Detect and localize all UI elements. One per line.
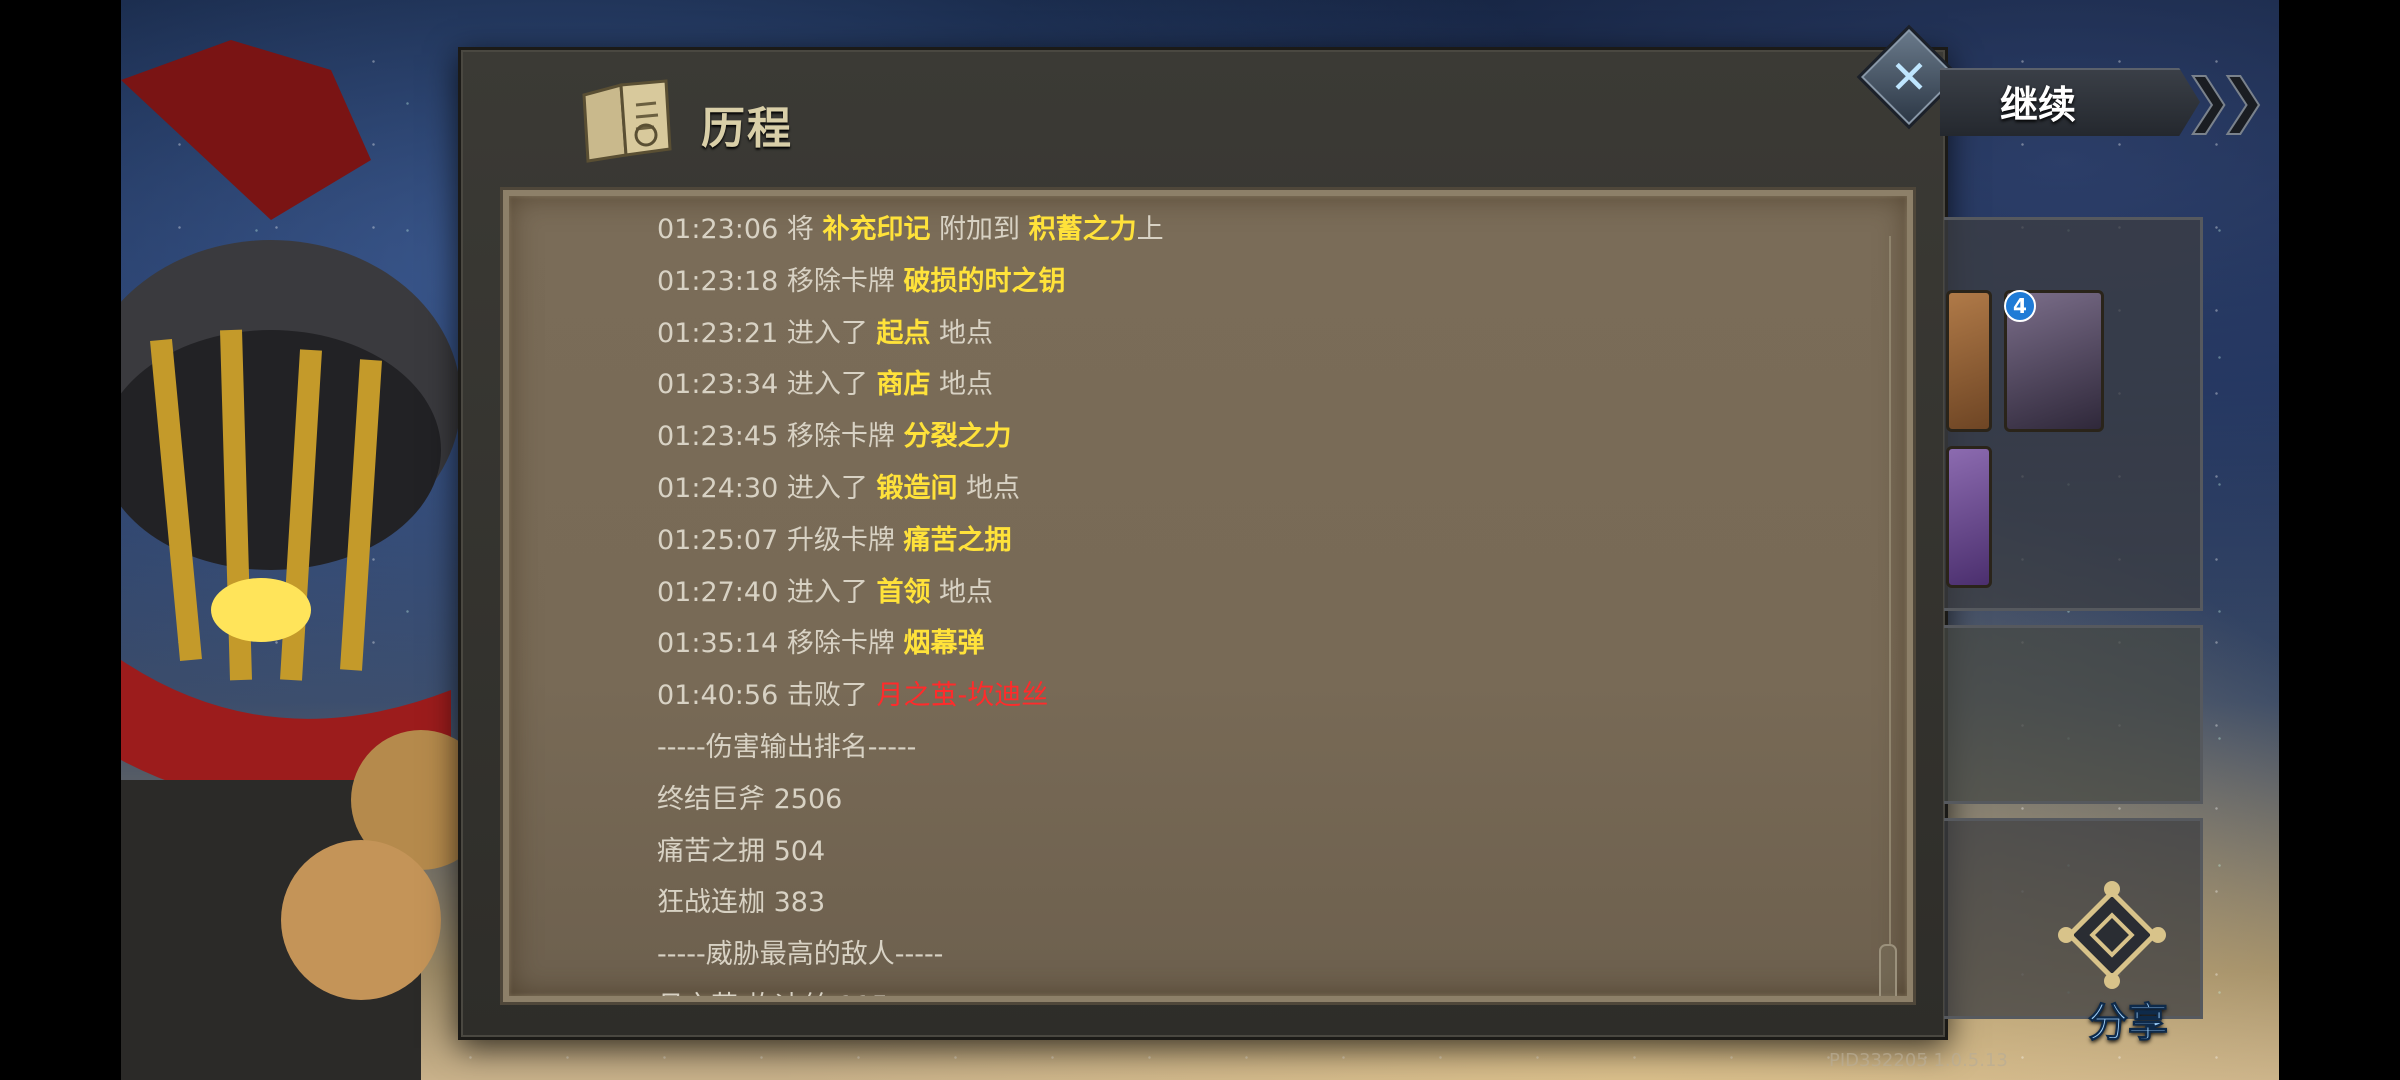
log-entry: -----威胁最高的敌人----- — [657, 929, 1847, 981]
log-highlight: 起点 — [876, 317, 931, 349]
share-icon[interactable] — [2052, 875, 2172, 995]
log-text: 地点 — [930, 576, 994, 608]
log-highlight: 痛苦之拥 — [903, 524, 1012, 556]
log-text: 月之茧-坎迪丝 115 — [657, 991, 889, 996]
log-highlight: 锻造间 — [876, 472, 958, 504]
double-chevron-right-icon: ❯❯ — [2183, 65, 2268, 135]
scrollbar-thumb[interactable] — [1879, 944, 1897, 996]
log-text: 移除卡牌 — [786, 628, 904, 660]
close-icon: ✕ — [1889, 50, 1929, 104]
log-entry: 01:25:07 升级卡牌 痛苦之拥 — [657, 515, 1847, 567]
log-timestamp: 01:23:45 — [657, 421, 787, 453]
log-entry: 痛苦之拥 504 — [657, 826, 1847, 878]
log-text: -----威胁最高的敌人----- — [657, 939, 944, 971]
log-highlight: 商店 — [876, 369, 931, 401]
log-entry: 终结巨斧 2506 — [657, 774, 1847, 826]
scrollbar-track[interactable] — [1885, 236, 1895, 946]
log-entry: 01:23:21 进入了 起点 地点 — [657, 308, 1847, 360]
card-level-badge: 4 — [2004, 290, 2036, 322]
dialog-title: 历程 — [701, 103, 793, 154]
history-log-list: 01:23:06 将 补充印记 附加到 积蓄之力上 01:23:18 移除卡牌 破… — [657, 204, 1847, 996]
log-entry: -----伤害输出排名----- — [657, 722, 1847, 774]
log-highlight: 积蓄之力 — [1028, 214, 1137, 245]
log-text: 移除卡牌 — [786, 421, 904, 453]
log-timestamp: 01:23:18 — [657, 265, 787, 297]
log-text: 移除卡牌 — [786, 265, 904, 297]
log-text: 进入了 — [786, 369, 877, 401]
log-text: 地点 — [930, 369, 994, 401]
log-timestamp: 01:24:30 — [657, 472, 787, 504]
log-entry: 01:23:18 移除卡牌 破损的时之钥 — [657, 256, 1847, 308]
relic-panel — [1944, 625, 2203, 804]
log-entry: 月之茧-坎迪丝 115 — [657, 981, 1847, 996]
log-entry: 01:23:34 进入了 商店 地点 — [657, 359, 1847, 411]
log-text: 附加到 — [930, 214, 1029, 245]
hero-character-art — [121, 40, 461, 1080]
log-entry: 01:24:30 进入了 锻造间 地点 — [657, 463, 1847, 515]
log-entry: 01:35:14 移除卡牌 烟幕弹 — [657, 618, 1847, 670]
log-entry: 01:27:40 进入了 首领 地点 — [657, 567, 1847, 619]
log-timestamp: 01:27:40 — [657, 576, 787, 608]
log-timestamp: 01:35:14 — [657, 628, 787, 660]
log-text: 升级卡牌 — [786, 524, 904, 556]
log-enemy-name: 月之茧-坎迪丝 — [876, 680, 1049, 712]
log-text: 进入了 — [786, 576, 877, 608]
log-highlight: 分裂之力 — [903, 421, 1012, 453]
log-highlight: 烟幕弹 — [903, 628, 985, 660]
card-thumbnail[interactable] — [1946, 446, 1992, 588]
log-timestamp: 01:23:21 — [657, 317, 787, 349]
log-timestamp: 01:23:06 — [657, 214, 787, 245]
log-entry: 01:23:45 移除卡牌 分裂之力 — [657, 411, 1847, 463]
log-text: 进入了 — [786, 472, 877, 504]
log-text: 地点 — [930, 317, 994, 349]
log-text: 狂战连枷 383 — [657, 887, 826, 919]
log-text: 将 — [786, 214, 823, 245]
version-text: PID332205 1.0.5.13 — [1829, 1050, 2008, 1071]
book-icon — [582, 79, 672, 163]
log-timestamp: 01:23:34 — [657, 369, 787, 401]
log-entry: 01:23:06 将 补充印记 附加到 积蓄之力上 — [657, 204, 1847, 256]
history-log-panel[interactable]: 01:23:06 将 补充印记 附加到 积蓄之力上 01:23:18 移除卡牌 破… — [503, 190, 1913, 1002]
log-highlight: 首领 — [876, 576, 931, 608]
history-dialog: 历程 01:23:06 将 补充印记 附加到 积蓄之力上 01:23:18 移除卡… — [458, 47, 1948, 1040]
log-text: 上 — [1136, 214, 1164, 245]
log-text: 地点 — [957, 472, 1021, 504]
log-text: -----伤害输出排名----- — [657, 731, 917, 763]
continue-label[interactable]: 继续 — [2000, 74, 2076, 129]
log-text: 击败了 — [786, 680, 877, 712]
log-timestamp: 01:40:56 — [657, 680, 787, 712]
log-entry: 01:40:56 击败了 月之茧-坎迪丝 — [657, 670, 1847, 722]
log-timestamp: 01:25:07 — [657, 524, 787, 556]
log-highlight: 补充印记 — [822, 214, 931, 245]
log-highlight: 破损的时之钥 — [903, 265, 1066, 297]
log-text: 痛苦之拥 504 — [657, 835, 826, 867]
log-text: 终结巨斧 2506 — [657, 783, 843, 815]
log-text: 进入了 — [786, 317, 877, 349]
log-entry: 狂战连枷 383 — [657, 877, 1847, 929]
card-thumbnail[interactable] — [1946, 290, 1992, 432]
share-label[interactable]: 分享 — [2088, 990, 2169, 1048]
